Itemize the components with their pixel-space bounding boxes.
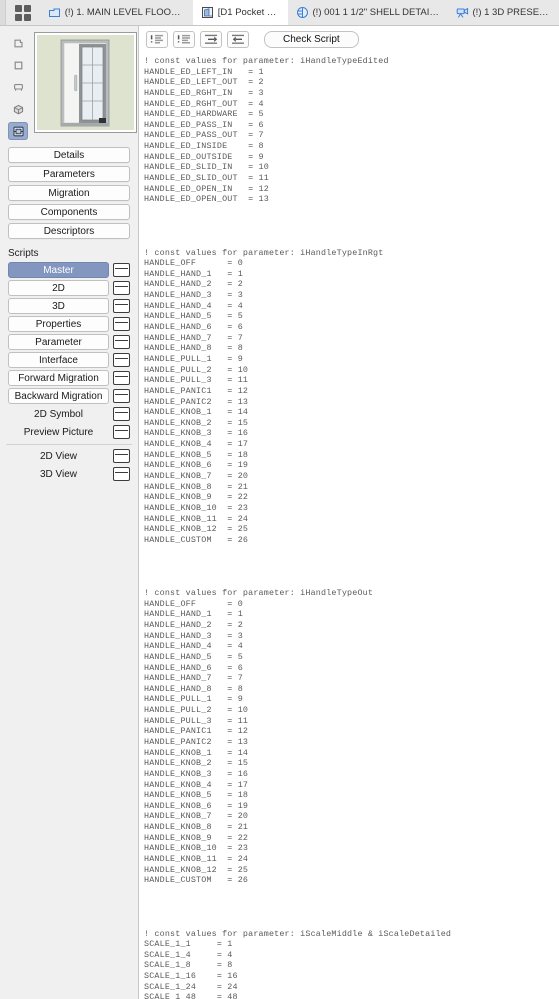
open-window-icon[interactable] [113,467,130,481]
object-settings-sidebar: Details Parameters Migration Components … [0,26,139,999]
script-label[interactable]: 2D [8,280,109,296]
tab-main-level-floor[interactable]: (!) 1. MAIN LEVEL FLOOR... [40,0,193,25]
tab-bar: (!) 1. MAIN LEVEL FLOOR... [D1 Pocket 25… [0,0,559,26]
uncomment-icon[interactable] [173,30,195,48]
scripts-views-divider [6,444,132,445]
open-window-icon[interactable] [113,263,130,277]
script-label[interactable]: 3D [8,298,109,314]
script-row-backward-migration[interactable]: Backward Migration [8,388,130,404]
open-window-icon[interactable] [113,389,130,403]
script-editor-pane: Check Script ! const values for paramete… [140,26,559,999]
grid-view-button[interactable] [6,0,40,25]
open-window-icon[interactable] [113,353,130,367]
script-row-preview-picture[interactable]: Preview Picture [8,424,130,440]
script-row-3d[interactable]: 3D [8,298,130,314]
floor-plan-icon [48,6,61,19]
open-window-icon[interactable] [113,371,130,385]
open-window-icon[interactable] [113,281,130,295]
view-row-3d[interactable]: 3D View [8,466,130,482]
view-type-rail [8,32,30,140]
editor-toolbar: Check Script [140,26,559,52]
open-window-icon[interactable] [113,407,130,421]
script-source-text[interactable]: ! const values for parameter: iHandleTyp… [144,56,559,999]
tab-label: (!) 001 1 1/2" SHELL DETAIL... [312,7,440,18]
open-window-icon[interactable] [113,335,130,349]
indent-right-icon[interactable] [200,30,222,48]
comment-out-icon[interactable] [146,30,168,48]
open-window-icon[interactable] [113,299,130,313]
tab-label: (!) 1. MAIN LEVEL FLOOR... [64,7,185,18]
code-scroll-area[interactable]: ! const values for parameter: iHandleTyp… [140,52,559,999]
script-label[interactable]: Master [8,262,109,278]
script-label[interactable]: Backward Migration [8,388,109,404]
script-label[interactable]: 2D Symbol [8,406,109,422]
preview-row [0,26,138,140]
furniture-icon[interactable] [8,78,28,96]
script-label[interactable]: Forward Migration [8,370,109,386]
script-label[interactable]: Properties [8,316,109,332]
views-list: 2D View 3D View [8,448,130,482]
open-window-icon[interactable] [113,317,130,331]
tab-d1-pocket-25[interactable]: [D1 Pocket 25] [192,0,288,25]
square-outline-icon[interactable] [8,56,28,74]
grid-icon [14,4,31,21]
tab-label: [D1 Pocket 25] [217,7,280,18]
check-script-button[interactable]: Check Script [264,30,359,48]
tab-label: (!) 1 3D PRESENT [472,7,551,18]
perspective-icon [456,6,469,19]
view-label[interactable]: 2D View [8,448,109,464]
open-window-icon[interactable] [113,449,130,463]
descriptors-button[interactable]: Descriptors [8,223,130,239]
script-row-parameter[interactable]: Parameter [8,334,130,350]
pocket-door-preview [37,35,134,130]
settings-section-buttons: Details Parameters Migration Components … [8,147,130,239]
view-row-2d[interactable]: 2D View [8,448,130,464]
script-row-properties[interactable]: Properties [8,316,130,332]
scripts-list: Master 2D 3D Properties Parameter Interf… [8,262,130,440]
object-preview[interactable] [34,32,137,133]
details-button[interactable]: Details [8,147,130,163]
components-button[interactable]: Components [8,204,130,220]
door-object-icon [201,6,214,19]
migration-button[interactable]: Migration [8,185,130,201]
script-row-interface[interactable]: Interface [8,352,130,368]
parameters-button[interactable]: Parameters [8,166,130,182]
section-elevation-icon[interactable] [8,122,28,140]
3d-view-icon[interactable] [8,100,28,118]
script-row-2d[interactable]: 2D [8,280,130,296]
script-label[interactable]: Parameter [8,334,109,350]
script-row-2d-symbol[interactable]: 2D Symbol [8,406,130,422]
script-label[interactable]: Preview Picture [8,424,109,440]
tab-shell-detail[interactable]: (!) 001 1 1/2" SHELL DETAIL... [288,0,448,25]
script-label[interactable]: Interface [8,352,109,368]
script-row-master[interactable]: Master [8,262,130,278]
tab-3d-presentation[interactable]: (!) 1 3D PRESENT [448,0,559,25]
script-row-forward-migration[interactable]: Forward Migration [8,370,130,386]
indent-left-icon[interactable] [227,30,249,48]
open-window-icon[interactable] [113,425,130,439]
section-icon [296,6,309,19]
view-label[interactable]: 3D View [8,466,109,482]
scripts-section-label: Scripts [8,248,39,259]
2d-symbol-icon[interactable] [8,34,28,52]
